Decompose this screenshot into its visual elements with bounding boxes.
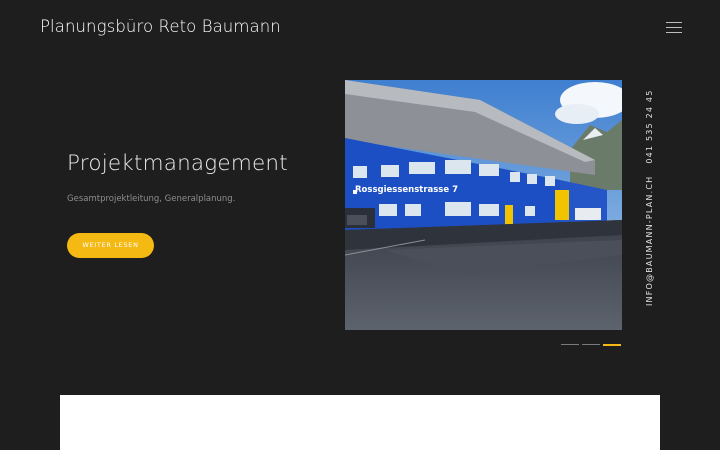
slider-dot-1[interactable] [561,344,579,345]
slider-dot-2[interactable] [582,344,600,345]
content-panel [60,395,660,450]
hero-title: Projektmanagement [67,151,288,176]
site-brand[interactable]: Planungsbüro Reto Baumann [40,17,281,36]
slider-dot-3[interactable] [603,344,621,346]
hamburger-icon[interactable] [666,21,683,35]
hero-subtitle: Gesamtprojektleitung, Generalplanung. [67,194,236,204]
hamburger-line [666,32,682,33]
building-sign: Rossgiessenstrasse 7 [355,185,458,195]
phone-link[interactable]: 041 535 24 45 [645,90,654,164]
hamburger-line [666,22,682,23]
contact-vertical: INFO@BAUMANN-PLAN.CH 041 535 24 45 [645,90,657,307]
hamburger-line [666,27,682,28]
building-photo: Rossgiessenstrasse 7 [345,80,622,330]
email-link[interactable]: INFO@BAUMANN-PLAN.CH [645,176,654,306]
read-more-button[interactable]: WEITER LESEN [67,233,154,258]
hero-slide-image: Rossgiessenstrasse 7 [345,80,622,330]
